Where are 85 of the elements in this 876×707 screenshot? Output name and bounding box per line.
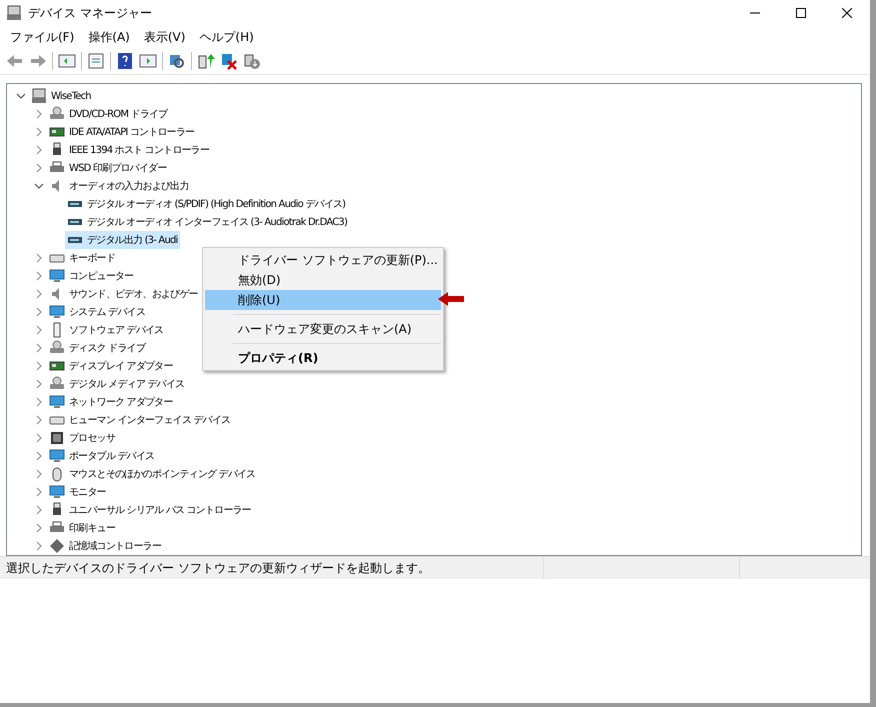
tree-item[interactable]: システム デバイス — [47, 303, 147, 321]
document-icon[interactable] — [87, 52, 105, 70]
tree-item[interactable]: DVD/CD-ROM ドライブ — [47, 105, 170, 123]
tree-item[interactable]: 印刷キュー — [47, 519, 118, 537]
chevron-down-icon[interactable] — [34, 183, 44, 189]
tree-item[interactable]: ヒューマン インターフェイス デバイス — [47, 411, 232, 429]
chevron-right-icon[interactable] — [36, 343, 42, 353]
chevron-right-icon[interactable] — [36, 415, 42, 425]
download-icon[interactable] — [243, 52, 261, 70]
tree-item[interactable]: デジタル出力 (3- Audi — [65, 231, 180, 249]
tree-item[interactable]: WiseTech — [29, 87, 93, 105]
chevron-right-icon[interactable] — [36, 379, 42, 389]
chevron-right-icon[interactable] — [36, 469, 42, 479]
status-text: 選択したデバイスのドライバー ソフトウェアの更新ウィザードを起動します。 — [5, 560, 431, 576]
context-menu-item[interactable]: 無効(D) — [205, 270, 441, 290]
panel-icon[interactable] — [139, 52, 157, 70]
chevron-right-icon[interactable] — [36, 289, 42, 299]
chevron-right-icon[interactable] — [36, 307, 42, 317]
tree-item[interactable]: ソフトウェア デバイス — [47, 321, 166, 339]
tree-item[interactable]: ネットワーク アダプター — [47, 393, 175, 411]
panel-icon[interactable] — [58, 52, 76, 70]
computer-icon — [6, 5, 22, 21]
monitor-icon — [49, 394, 65, 410]
drive-icon — [49, 106, 65, 122]
tree-item[interactable]: ポータブル デバイス — [47, 447, 156, 465]
menu-bar-item[interactable]: 表示(V) — [136, 26, 192, 48]
tree-item[interactable]: IDE ATA/ATAPI コントローラー — [47, 123, 196, 141]
back-arrow-icon[interactable] — [6, 52, 24, 70]
tree-item[interactable]: モニター — [47, 483, 108, 501]
chevron-right-icon[interactable] — [36, 541, 42, 551]
chevron-right-icon[interactable] — [36, 505, 42, 515]
chevron-right-icon[interactable] — [36, 325, 42, 335]
diamond-icon — [49, 538, 65, 554]
drive-icon — [49, 376, 65, 392]
tree-item[interactable]: オーディオの入力および出力 — [47, 177, 191, 195]
maximize-icon[interactable] — [796, 8, 806, 18]
monitor-icon — [49, 484, 65, 500]
chevron-right-icon[interactable] — [36, 487, 42, 497]
tree-item[interactable]: 記憶域コントローラー — [47, 537, 164, 555]
chevron-right-icon[interactable] — [36, 523, 42, 533]
tree-item[interactable]: マウスとそのほかのポインティング デバイス — [47, 465, 258, 483]
monitor-icon — [49, 268, 65, 284]
tree-item[interactable]: ディスプレイ アダプター — [47, 357, 175, 375]
pointer-arrow — [438, 292, 464, 306]
chevron-right-icon[interactable] — [36, 361, 42, 371]
monitor-icon — [49, 448, 65, 464]
menu-bar-item[interactable]: ファイル(F) — [3, 26, 82, 48]
context-menu-item[interactable]: ドライバー ソフトウェアの更新(P)... — [205, 250, 441, 270]
tree-item[interactable]: コンピューター — [47, 267, 136, 285]
close-icon[interactable] — [842, 8, 852, 18]
tree-item[interactable]: デジタル オーディオ インターフェイス (3- Audiotrak Dr.DAC3) — [65, 213, 350, 231]
chevron-right-icon[interactable] — [36, 397, 42, 407]
chevron-right-icon[interactable] — [36, 253, 42, 263]
chevron-right-icon[interactable] — [36, 433, 42, 443]
tree-item[interactable]: デジタル オーディオ (S/PDIF) (High Definition Audio デバイス) — [65, 195, 348, 213]
window-title: デバイス マネージャー — [28, 4, 152, 22]
context-menu-item[interactable]: ハードウェア変更のスキャン(A) — [205, 319, 441, 339]
chevron-right-icon[interactable] — [36, 145, 42, 155]
tree-item[interactable]: サウンド、ビデオ、およびゲー — [47, 285, 200, 303]
update-icon[interactable] — [197, 52, 215, 70]
chevron-down-icon[interactable] — [16, 93, 26, 99]
remove-icon[interactable] — [220, 52, 238, 70]
drive-icon — [49, 340, 65, 356]
tree-item[interactable]: デジタル メディア デバイス — [47, 375, 186, 393]
chevron-right-icon[interactable] — [36, 163, 42, 173]
chevron-right-icon[interactable] — [36, 127, 42, 137]
chevron-right-icon[interactable] — [36, 271, 42, 281]
scan-icon[interactable] — [168, 52, 186, 70]
chevron-right-icon[interactable] — [36, 451, 42, 461]
tree-item[interactable]: WSD 印刷プロバイダー — [47, 159, 169, 177]
menu-bar-item[interactable]: ヘルプ(H) — [192, 26, 261, 48]
tree-item[interactable]: プロセッサ — [47, 429, 118, 447]
chip-icon — [49, 430, 65, 446]
tree-item[interactable]: ユニバーサル シリアル バス コントローラー — [47, 501, 253, 519]
menu-bar-item[interactable]: 操作(A) — [81, 26, 137, 48]
monitor-icon — [49, 304, 65, 320]
context-menu-item[interactable]: プロパティ(R) — [205, 348, 441, 368]
tree-item[interactable]: ディスク ドライブ — [47, 339, 147, 357]
tree-item[interactable]: IEEE 1394 ホスト コントローラー — [47, 141, 212, 159]
computer-icon — [31, 88, 47, 104]
help-icon[interactable] — [116, 52, 134, 70]
tree-item[interactable]: キーボード — [47, 249, 118, 267]
forward-arrow-icon[interactable] — [29, 52, 47, 70]
chevron-right-icon[interactable] — [36, 109, 42, 119]
context-menu-item[interactable]: 削除(U) — [205, 290, 441, 310]
